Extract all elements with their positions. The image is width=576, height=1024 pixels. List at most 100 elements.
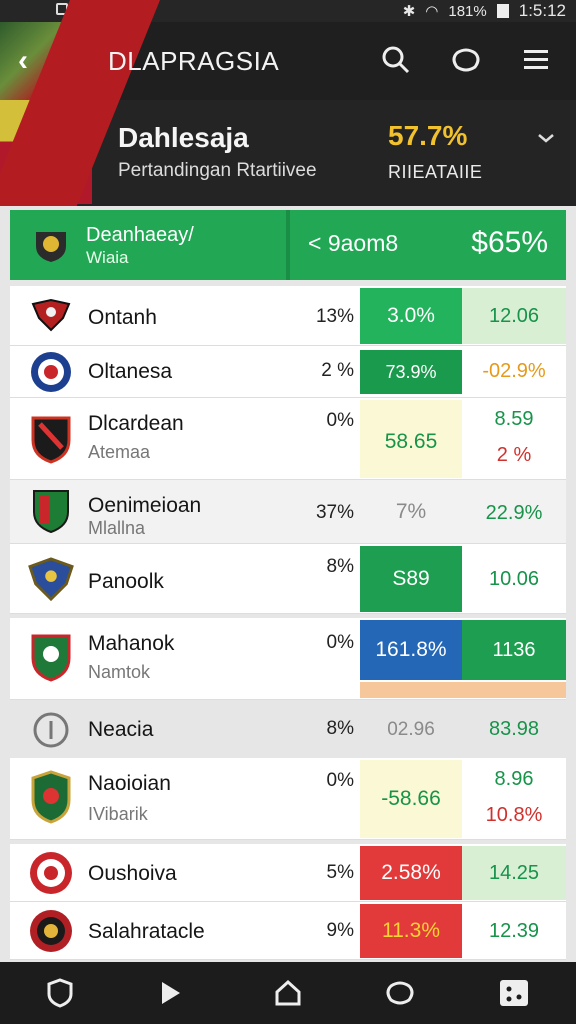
- club-name: Oushoiva: [88, 862, 177, 885]
- wifi-icon: ◠: [425, 3, 439, 20]
- nav-stats-button[interactable]: [494, 974, 534, 1012]
- club-subtitle: IVibarik: [88, 804, 148, 824]
- banner-title: Deanhaeay/: [86, 224, 194, 246]
- club-name: Dlcardean: [88, 412, 184, 435]
- club-percent: 37%: [315, 502, 354, 523]
- bottom-navigation: [0, 962, 576, 1024]
- club-percent: 0%: [326, 770, 354, 791]
- club-percent: 5%: [326, 862, 354, 883]
- value-cell: 12.06: [462, 288, 566, 344]
- club-crest-icon: [28, 416, 74, 464]
- value-cell: 11.3%: [360, 904, 462, 958]
- clock: 1:5:12: [518, 1, 566, 20]
- team-header: Dahlesaja Pertandingan Rtartiivee 57.7% …: [0, 100, 576, 206]
- nav-favorites-button[interactable]: [40, 974, 80, 1012]
- club-crest-icon: [28, 707, 74, 753]
- banner-subtitle: Wiaia: [86, 248, 129, 267]
- nav-share-button[interactable]: [380, 974, 420, 1012]
- back-arrow-icon[interactable]: ‹: [18, 46, 46, 80]
- club-crest-icon: [28, 634, 74, 682]
- team-crest-icon: [36, 232, 66, 262]
- value-cell: 10.8%: [485, 804, 543, 826]
- club-subtitle: Mlallna: [88, 518, 146, 538]
- value-cell: 8.59: [494, 408, 534, 430]
- value-cell: 2 %: [496, 444, 532, 466]
- value-cell: 161.8%: [360, 620, 462, 680]
- value-cell: 58.65: [360, 400, 462, 478]
- nav-play-button[interactable]: [150, 974, 190, 1012]
- team-name: Dahlesaja: [118, 122, 249, 153]
- value-cell: 7%: [395, 500, 427, 523]
- battery-icon: [496, 4, 509, 18]
- club-percent: 2 %: [321, 360, 354, 381]
- club-crest-icon: [28, 770, 74, 824]
- club-name: Ontanh: [88, 306, 157, 329]
- club-name: Oenimeioan: [88, 494, 202, 517]
- club-crest-icon: [28, 293, 74, 339]
- page-title: DLAPRAGSIA: [108, 46, 280, 76]
- value-cell: S89: [360, 546, 462, 612]
- club-name: Salahratacle: [88, 920, 205, 943]
- summary-banner[interactable]: Deanhaeay/ Wiaia < 9aom8 $65%: [10, 210, 566, 280]
- team-percent: 57.7%: [388, 120, 468, 151]
- value-cell: 2.58%: [360, 846, 462, 900]
- table-row[interactable]: Dlcardean Atemaa 0% 58.65 8.59 2 %: [10, 398, 566, 480]
- club-name: Neacia: [88, 718, 154, 741]
- table-row[interactable]: Salahratacle 9% 11.3% 12.39: [10, 902, 566, 960]
- club-crest-icon: [28, 850, 74, 896]
- value-cell: 83.98: [488, 718, 540, 740]
- club-percent: 9%: [326, 920, 354, 941]
- banner-mid-text: < 9aom8: [308, 230, 399, 256]
- value-cell: 14.25: [462, 846, 566, 900]
- divider: [286, 210, 290, 280]
- club-name: Oltanesa: [88, 360, 173, 383]
- value-cell: 73.9%: [360, 350, 462, 394]
- value-cell: -02.9%: [482, 360, 546, 382]
- club-subtitle: Namtok: [88, 662, 151, 682]
- club-subtitle: Atemaa: [88, 442, 151, 462]
- table-row[interactable]: Panoolk 8% S89 10.06: [10, 544, 566, 614]
- progress-strip: [360, 682, 566, 698]
- value-cell: 3.0%: [360, 288, 462, 344]
- value-cell: 12.39: [488, 920, 540, 942]
- table-row[interactable]: Naoioian IVibarik 0% -58.66 8.96 10.8%: [10, 758, 566, 840]
- notification-icon: [56, 3, 68, 15]
- table-row[interactable]: Oltanesa 2 % 73.9% -02.9%: [10, 346, 566, 398]
- nav-home-button[interactable]: [268, 974, 308, 1012]
- club-percent: 0%: [326, 632, 354, 653]
- club-percent: 13%: [315, 306, 354, 327]
- status-bar: ✱ ◠ 181% 1:5:12: [0, 0, 576, 22]
- value-cell: -58.66: [360, 760, 462, 838]
- club-name: Naoioian: [88, 772, 171, 795]
- share-icon[interactable]: [446, 40, 486, 80]
- banner-value: $65%: [471, 226, 548, 259]
- team-subtitle: Pertandingan Rtartiivee: [118, 160, 317, 181]
- value-cell: 10.06: [488, 568, 540, 590]
- value-cell: 02.96: [387, 719, 435, 740]
- chevron-down-icon[interactable]: [534, 126, 558, 150]
- menu-icon[interactable]: [516, 40, 556, 80]
- club-crest-icon: [28, 908, 74, 954]
- notification-icon: [136, 3, 148, 15]
- bluetooth-icon: ✱: [402, 3, 416, 20]
- club-percent: 0%: [326, 410, 354, 431]
- notification-icon: [96, 3, 108, 15]
- club-name: Panoolk: [88, 570, 164, 593]
- table-row[interactable]: Oenimeioan Mlallna 37% 7% 22.9%: [10, 480, 566, 544]
- value-cell: 8.96: [494, 768, 534, 790]
- club-percent: 8%: [326, 718, 354, 739]
- value-cell: 22.9%: [485, 502, 543, 524]
- club-crest-icon: [28, 349, 74, 395]
- table-row[interactable]: Mahanok Namtok 0% 161.8% 1136: [10, 618, 566, 700]
- club-crest-icon: [28, 556, 74, 602]
- value-cell: 1136: [462, 620, 566, 680]
- club-name: Mahanok: [88, 632, 175, 655]
- club-crest-icon: [28, 488, 74, 534]
- battery-text: 181%: [448, 2, 487, 20]
- table-row[interactable]: Oushoiva 5% 2.58% 14.25: [10, 844, 566, 902]
- team-relative-label: RIIEATAIIE: [388, 162, 483, 182]
- club-percent: 8%: [326, 556, 354, 577]
- table-row[interactable]: Ontanh 13% 3.0% 12.06: [10, 286, 566, 346]
- table-row[interactable]: Neacia 8% 02.96 83.98: [10, 704, 566, 756]
- search-icon[interactable]: [376, 40, 416, 80]
